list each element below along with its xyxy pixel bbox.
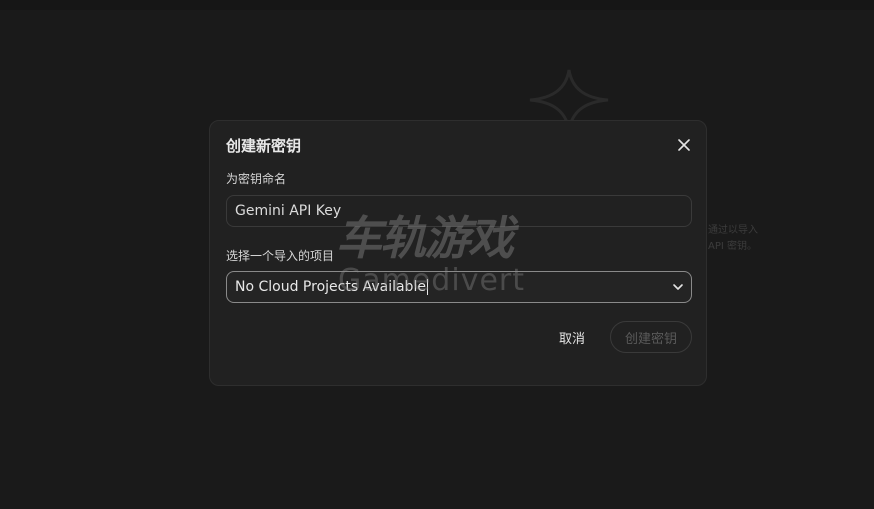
project-select-value: No Cloud Projects Available — [235, 279, 426, 295]
chevron-down-icon — [673, 284, 683, 290]
project-select-label: 选择一个导入的项目 — [226, 249, 335, 263]
background-text: 通过以导入 — [708, 225, 758, 236]
project-select[interactable]: No Cloud Projects Available — [226, 271, 692, 303]
close-button[interactable] — [674, 135, 694, 155]
dialog-title: 创建新密钥 — [226, 137, 302, 155]
text-cursor — [426, 279, 428, 295]
key-name-input[interactable]: Gemini API Key — [226, 195, 692, 227]
cancel-button[interactable]: 取消 — [548, 321, 596, 353]
top-bar — [0, 0, 874, 10]
background-text: API 密钥。 — [708, 241, 757, 252]
create-key-dialog: 创建新密钥 为密钥命名 Gemini API Key 选择一个导入的项目 No … — [209, 120, 707, 386]
close-icon — [678, 139, 690, 151]
key-name-label: 为密钥命名 — [226, 172, 287, 186]
key-name-value: Gemini API Key — [235, 203, 342, 219]
create-key-button[interactable]: 创建密钥 — [610, 321, 692, 353]
